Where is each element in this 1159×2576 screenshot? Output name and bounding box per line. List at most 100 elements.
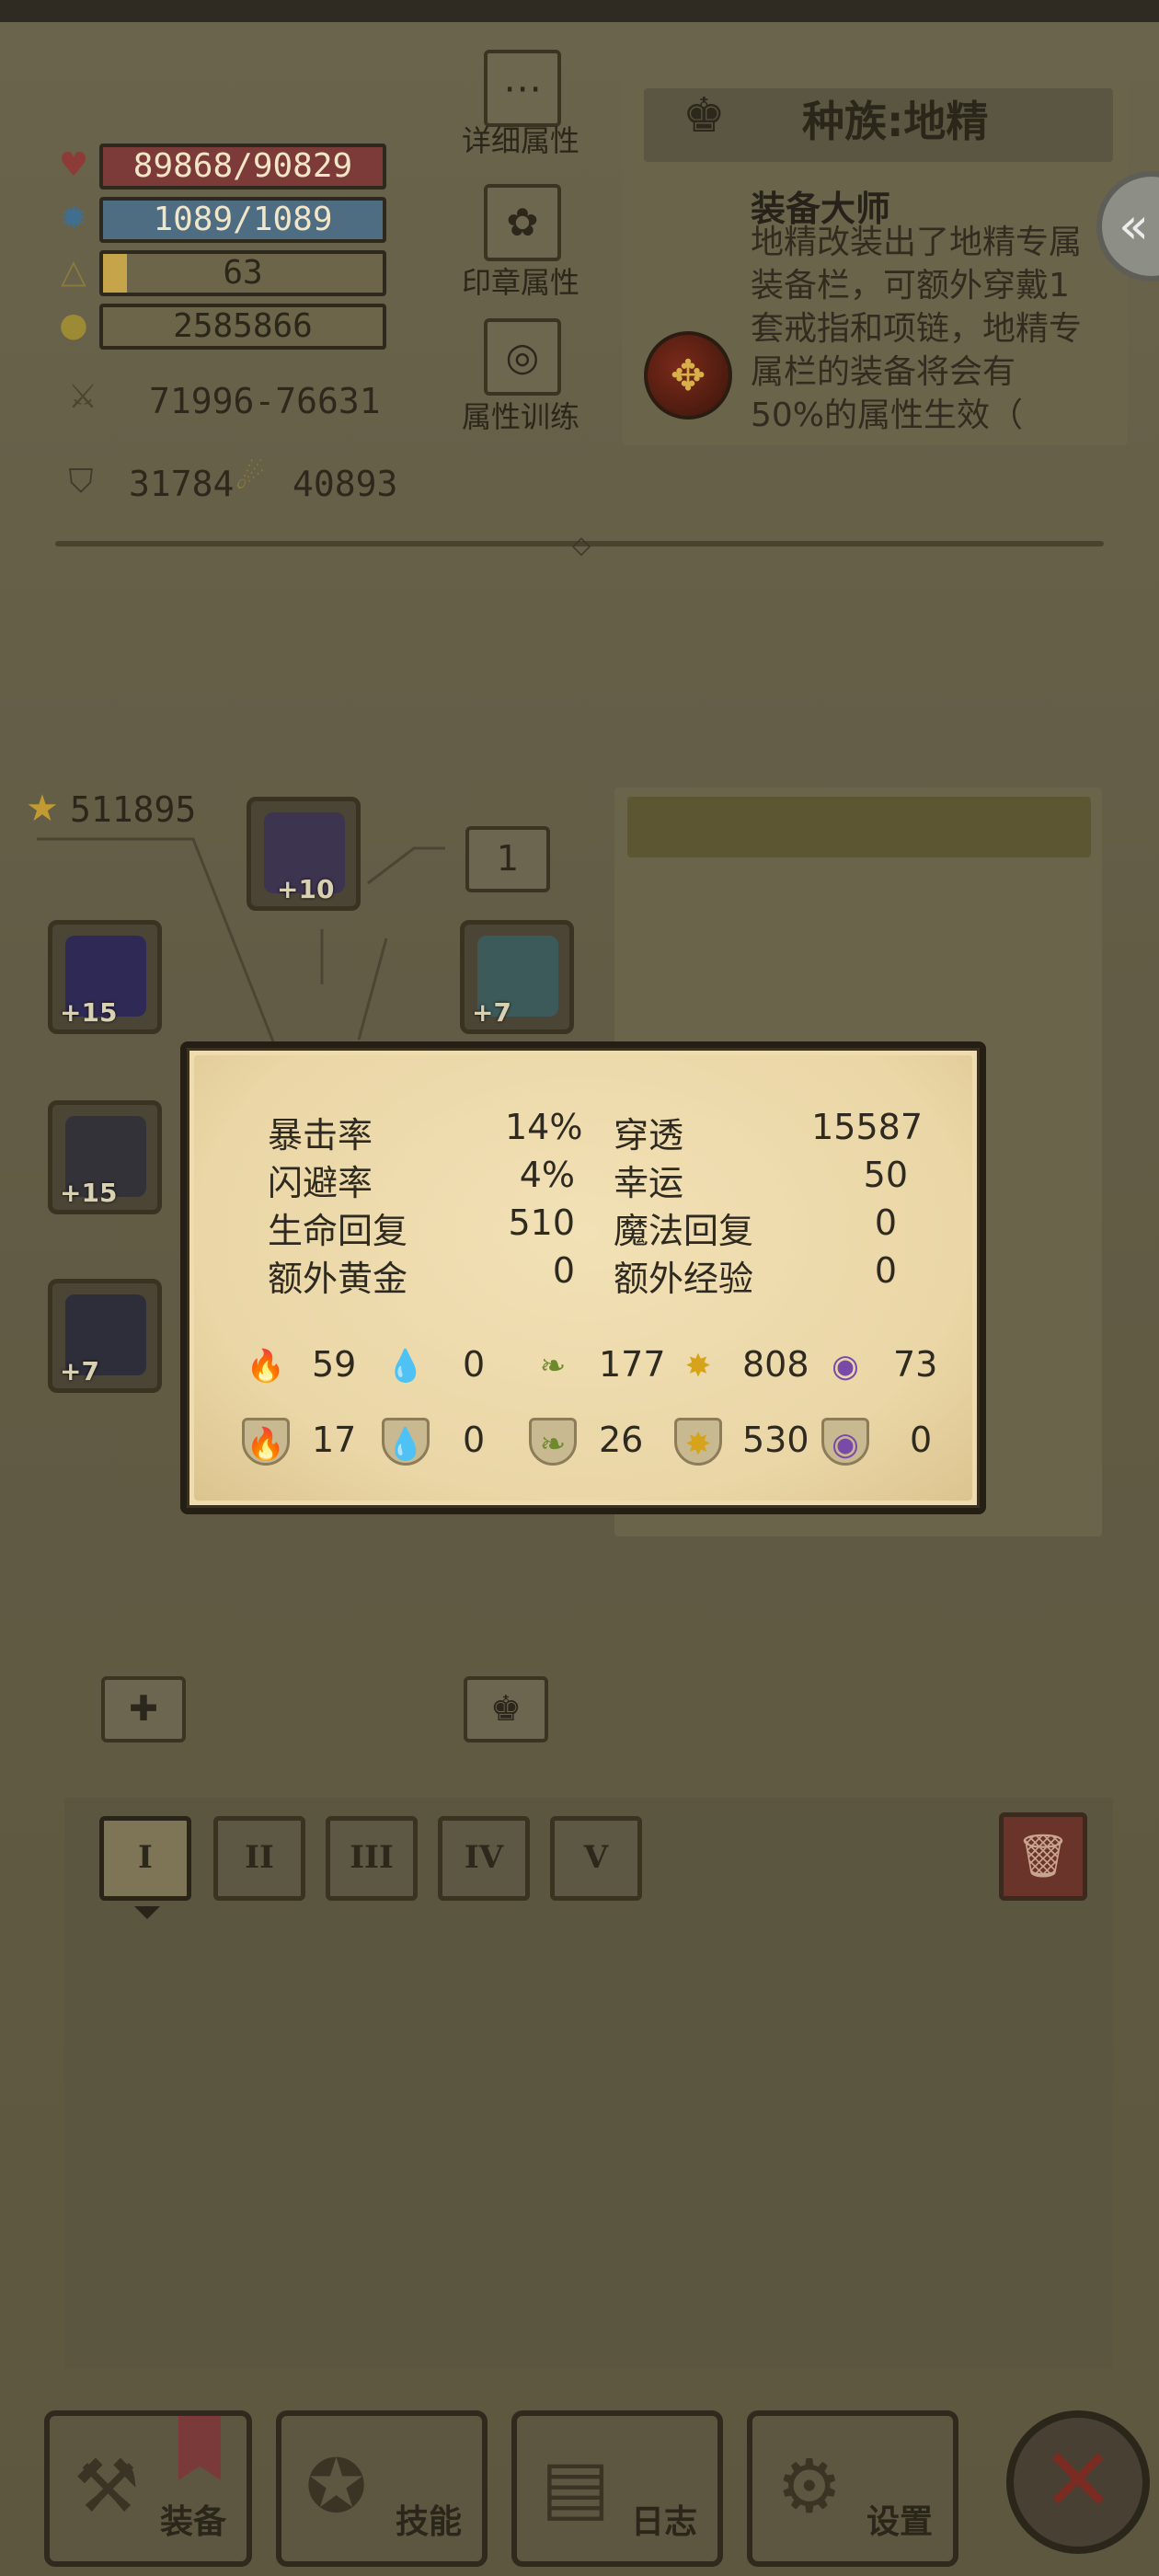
equipment-master-icon[interactable]: ✥ bbox=[644, 331, 732, 420]
goblin-slot-button[interactable]: ♚ bbox=[464, 1676, 548, 1742]
skill-icon: ✪ bbox=[305, 2444, 368, 2529]
nav-equipment[interactable]: ⚒ 装备 bbox=[44, 2410, 252, 2567]
light-attack-value: 808 bbox=[742, 1344, 809, 1385]
gauntlet-level: +7 bbox=[60, 1356, 99, 1386]
stat-label: 魔法回复 bbox=[614, 1211, 754, 1251]
heart-icon: ♥ bbox=[58, 146, 89, 184]
seal-stats-label: 印章属性 bbox=[461, 265, 580, 300]
axe-icon: ⚒ bbox=[74, 2444, 140, 2529]
equipment-count-box[interactable]: 1 bbox=[465, 826, 550, 892]
stat-value: 0 bbox=[552, 1250, 575, 1291]
helmet-level: +10 bbox=[277, 874, 335, 904]
gear-icon: ⚙ bbox=[776, 2444, 843, 2529]
seal-stats-button[interactable]: ✿ bbox=[484, 184, 561, 261]
light-defense-value: 530 bbox=[742, 1420, 809, 1460]
nav-skills-label: 技能 bbox=[395, 2503, 462, 2541]
tab-1[interactable]: I bbox=[99, 1816, 191, 1901]
nav-journal[interactable]: ▤ 日志 bbox=[511, 2410, 723, 2567]
trash-icon[interactable]: 🗑 bbox=[999, 1812, 1087, 1901]
weapon-level: +15 bbox=[60, 1178, 118, 1208]
journal-icon: ▤ bbox=[541, 2444, 611, 2529]
level-value: 63 bbox=[223, 254, 263, 292]
crossed-swords-icon: ⚔ bbox=[67, 378, 98, 416]
tab-4[interactable]: IV bbox=[438, 1816, 530, 1901]
helmet-slot[interactable]: +10 bbox=[247, 797, 361, 911]
stat-label: 穿透 bbox=[614, 1115, 684, 1156]
water-icon: 💧 bbox=[385, 1348, 426, 1385]
water-attack-value: 0 bbox=[463, 1344, 486, 1385]
level-icon: △ bbox=[61, 253, 86, 291]
stats-popup: 暴击率 14% 闪避率 4% 生命回复 510 额外黄金 0 穿透 15587 … bbox=[180, 1041, 986, 1514]
hp-value: 89868/90829 bbox=[132, 147, 353, 185]
active-tab-indicator bbox=[134, 1906, 160, 1919]
stat-label: 额外黄金 bbox=[268, 1259, 408, 1299]
stat-label: 暴击率 bbox=[268, 1115, 373, 1156]
water-defense-value: 0 bbox=[463, 1420, 486, 1460]
fire-defense-value: 17 bbox=[312, 1420, 357, 1460]
hp-bar: 89868/90829 bbox=[99, 144, 386, 190]
mp-value: 1089/1089 bbox=[153, 201, 333, 238]
nav-settings[interactable]: ⚙ 设置 bbox=[747, 2410, 958, 2567]
bracelet-level: +15 bbox=[60, 997, 118, 1028]
level-bar: 63 bbox=[99, 250, 386, 296]
nav-settings-label: 设置 bbox=[866, 2503, 933, 2541]
stat-label: 额外经验 bbox=[614, 1259, 754, 1299]
stat-value: 4% bbox=[519, 1155, 575, 1195]
leaf-shield-icon: ❧ bbox=[529, 1418, 577, 1466]
shield-icon: ⛉ bbox=[68, 463, 94, 500]
add-slot-button[interactable]: ✚ bbox=[101, 1676, 186, 1742]
stat-value: 510 bbox=[508, 1202, 575, 1243]
training-button[interactable]: ◎ bbox=[484, 318, 561, 396]
top-frame bbox=[0, 0, 1159, 22]
dark-attack-value: 73 bbox=[893, 1344, 938, 1385]
stat-label: 生命回复 bbox=[268, 1211, 408, 1251]
detailed-stats-button[interactable]: ⋯ bbox=[484, 50, 561, 127]
divider-ornament: ◇ bbox=[572, 532, 591, 559]
water-shield-icon: 💧 bbox=[382, 1418, 430, 1466]
nav-skills[interactable]: ✪ 技能 bbox=[276, 2410, 488, 2567]
stat-value: 0 bbox=[874, 1250, 897, 1291]
stat-value: 0 bbox=[874, 1202, 897, 1243]
nature-defense-value: 26 bbox=[599, 1420, 644, 1460]
goblin-crest-icon: ♚ bbox=[683, 88, 726, 144]
stat-label: 幸运 bbox=[614, 1163, 684, 1203]
attack-value: 71996-76631 bbox=[149, 381, 381, 421]
fire-shield-icon: 🔥 bbox=[242, 1418, 290, 1466]
mp-bar: 1089/1089 bbox=[99, 197, 386, 243]
race-title: 种族:地精 bbox=[802, 97, 989, 146]
bracelet-slot[interactable]: +15 bbox=[48, 920, 162, 1034]
close-icon[interactable]: ✕ bbox=[1006, 2410, 1150, 2554]
training-label: 属性训练 bbox=[461, 399, 580, 434]
nature-attack-value: 177 bbox=[599, 1344, 666, 1385]
leaf-icon: ❧ bbox=[539, 1348, 567, 1385]
magic-defense-value: 40893 bbox=[293, 464, 398, 504]
tab-3[interactable]: III bbox=[326, 1816, 418, 1901]
stat-value: 50 bbox=[863, 1155, 908, 1195]
gold-value: 2585866 bbox=[173, 307, 313, 345]
defense-value: 31784 bbox=[129, 464, 235, 504]
fire-attack-value: 59 bbox=[312, 1344, 357, 1385]
gold-icon: ● bbox=[59, 306, 88, 344]
stat-label: 闪避率 bbox=[268, 1163, 373, 1203]
tab-5[interactable]: V bbox=[550, 1816, 642, 1901]
gauntlet-slot[interactable]: +7 bbox=[48, 1279, 162, 1393]
race-description: 地精改装出了地精专属装备栏，可额外穿戴1套戒指和项链，地精专属栏的装备将会有50… bbox=[751, 224, 1082, 434]
light-icon: ✸ bbox=[684, 1348, 712, 1385]
detailed-stats-label: 详细属性 bbox=[461, 123, 580, 158]
magic-defense-icon: ☄ bbox=[235, 459, 266, 497]
stat-value: 14% bbox=[505, 1107, 583, 1147]
level-fill bbox=[103, 254, 127, 293]
dark-shield-icon: ◉ bbox=[821, 1418, 869, 1466]
amulet-slot[interactable]: +7 bbox=[460, 920, 574, 1034]
nav-journal-label: 日志 bbox=[630, 2503, 697, 2541]
nav-equipment-label: 装备 bbox=[159, 2503, 226, 2541]
light-shield-icon: ✸ bbox=[674, 1418, 722, 1466]
mana-icon: ✹ bbox=[59, 200, 88, 237]
weapon-slot[interactable]: +15 bbox=[48, 1100, 162, 1214]
dark-icon: ◉ bbox=[832, 1348, 859, 1385]
amulet-level: +7 bbox=[472, 997, 511, 1028]
dark-defense-value: 0 bbox=[910, 1420, 933, 1460]
fire-icon: 🔥 bbox=[246, 1348, 286, 1385]
tab-2[interactable]: II bbox=[213, 1816, 305, 1901]
inventory-header bbox=[627, 797, 1091, 857]
